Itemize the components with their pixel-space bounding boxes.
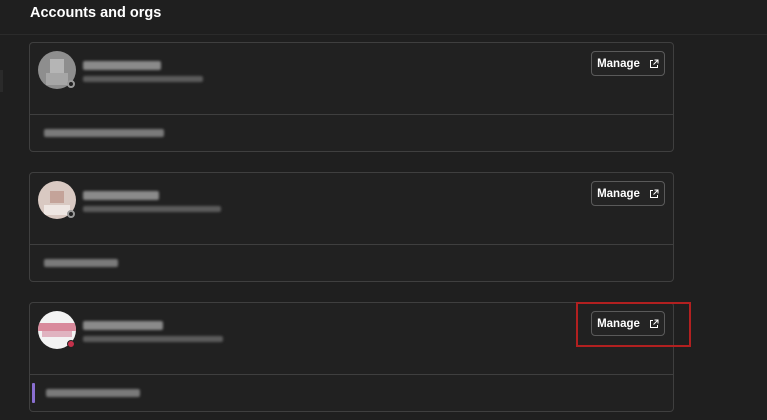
presence-busy-icon	[67, 340, 75, 348]
account-card: Manage	[29, 302, 674, 412]
account-header: Manage	[30, 303, 673, 375]
account-email-redacted	[83, 76, 203, 82]
accounts-and-orgs-page: Accounts and orgs Manage Manage Manage	[0, 0, 767, 420]
account-header: Manage	[30, 43, 673, 115]
manage-button[interactable]: Manage	[591, 181, 665, 206]
page-title: Accounts and orgs	[30, 5, 162, 21]
account-email-redacted	[83, 206, 221, 212]
external-link-icon	[649, 59, 659, 68]
account-name-redacted	[83, 191, 159, 200]
external-link-icon	[649, 319, 659, 328]
account-email-redacted	[83, 336, 223, 342]
manage-label: Manage	[597, 187, 640, 200]
presence-offline-icon	[67, 80, 75, 88]
account-card: Manage	[29, 42, 674, 152]
manage-label: Manage	[597, 317, 640, 330]
org-name-redacted	[46, 389, 140, 397]
account-name-redacted	[83, 321, 163, 330]
manage-button[interactable]: Manage	[591, 311, 665, 336]
page-header: Accounts and orgs	[0, 0, 767, 35]
org-name-redacted	[44, 259, 118, 267]
manage-label: Manage	[597, 57, 640, 70]
account-name-redacted	[83, 61, 161, 70]
org-name-redacted	[44, 129, 164, 137]
manage-button[interactable]: Manage	[591, 51, 665, 76]
presence-offline-icon	[67, 210, 75, 218]
selected-org-indicator	[32, 383, 35, 403]
nav-edge	[0, 70, 3, 92]
account-header: Manage	[30, 173, 673, 245]
external-link-icon	[649, 189, 659, 198]
account-card: Manage	[29, 172, 674, 282]
